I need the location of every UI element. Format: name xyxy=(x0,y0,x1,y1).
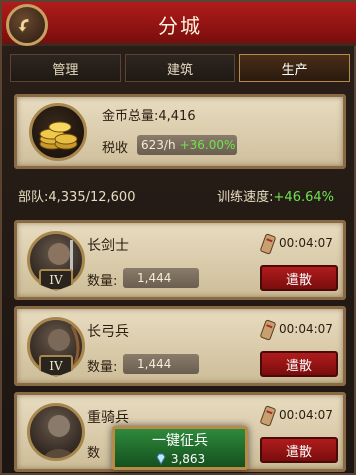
scroll-timer-icon xyxy=(260,405,276,427)
train-speed-value: +46.64% xyxy=(273,190,334,205)
tax-rate: 623/h xyxy=(141,138,176,152)
scroll-timer-icon xyxy=(260,319,276,341)
gold-card: 金币总量:4,416 税收 623/h +36.00% xyxy=(14,94,346,169)
unit-card-swordsman: IV 长剑士 数量: 1,444 00:04:07 遣散 xyxy=(14,220,346,300)
tax-bonus: +36.00% xyxy=(179,138,236,152)
gold-coins-icon xyxy=(29,103,87,161)
tab-buildings[interactable]: 建筑 xyxy=(124,54,236,82)
tab-bar: 管理 建筑 生产 xyxy=(10,54,351,82)
disband-button[interactable]: 遣散 xyxy=(260,437,338,463)
quantity-label: 数 xyxy=(87,446,101,461)
gem-icon xyxy=(156,453,166,465)
quantity-label: 数量: xyxy=(87,274,118,289)
conscribe-cost-value: 3,863 xyxy=(170,452,206,466)
disband-button[interactable]: 遣散 xyxy=(260,351,338,377)
tab-production[interactable]: 生产 xyxy=(239,54,351,82)
tab-management[interactable]: 管理 xyxy=(10,54,121,82)
quantity-label: 数量: xyxy=(87,360,118,375)
conscribe-label: 一键征兵 xyxy=(152,433,208,449)
header-bar: 分城 xyxy=(2,2,356,46)
quantity-value: 1,444 xyxy=(123,268,199,288)
tax-label: 税收 xyxy=(102,141,129,156)
training-timer: 00:04:07 xyxy=(279,322,333,336)
conscribe-all-button[interactable]: 一键征兵 3,863 xyxy=(112,426,248,470)
heavy-cavalry-portrait xyxy=(27,403,85,461)
training-timer: 00:04:07 xyxy=(279,236,333,250)
gold-total: 金币总量:4,416 xyxy=(102,109,196,124)
tax-value-pill: 623/h +36.00% xyxy=(137,135,237,155)
page-title: 分城 xyxy=(158,14,202,38)
train-speed: 训练速度:+46.64% xyxy=(217,186,334,205)
unit-card-longbowman: IV 长弓兵 数量: 1,444 00:04:07 遣散 xyxy=(14,306,346,386)
unit-name: 长剑士 xyxy=(87,238,129,254)
unit-name: 长弓兵 xyxy=(87,324,129,340)
conscribe-cost: 3,863 xyxy=(155,452,205,466)
train-speed-label: 训练速度: xyxy=(217,190,274,205)
troops-count: 部队:4,335/12,600 xyxy=(18,190,136,205)
quantity-value: 1,444 xyxy=(123,354,199,374)
training-timer: 00:04:07 xyxy=(279,408,333,422)
disband-button[interactable]: 遣散 xyxy=(260,265,338,291)
city-panel: 分城 管理 建筑 生产 金币总量:4,416 税收 623/h +36.00% … xyxy=(0,0,356,475)
scroll-timer-icon xyxy=(260,233,276,255)
rank-badge: IV xyxy=(39,269,73,291)
unit-name: 重骑兵 xyxy=(87,410,129,426)
rank-badge: IV xyxy=(39,355,73,377)
